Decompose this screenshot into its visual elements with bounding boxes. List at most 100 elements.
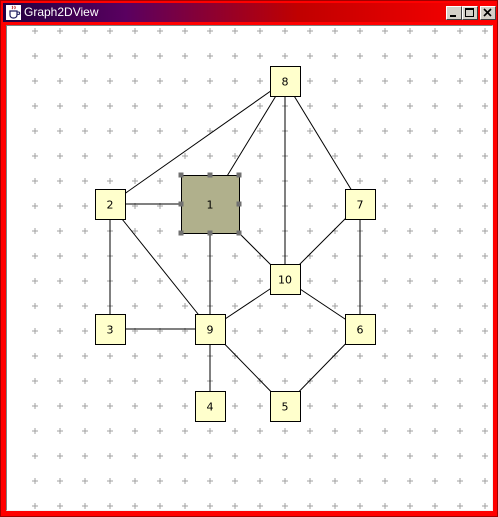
grid-mark (82, 28, 88, 34)
grid-mark (132, 428, 138, 434)
grid-mark (157, 153, 163, 159)
grid-mark (457, 103, 463, 109)
grid-mark (32, 328, 38, 334)
grid-mark (132, 353, 138, 359)
node-1-label: 1 (207, 199, 214, 212)
node-2[interactable]: 2 (95, 189, 126, 220)
grid-mark (282, 53, 288, 59)
grid-mark (57, 253, 63, 259)
grid-mark (82, 478, 88, 484)
resize-handle[interactable] (207, 172, 213, 178)
grid-mark (407, 403, 413, 409)
grid-mark (82, 128, 88, 134)
grid-mark (232, 53, 238, 59)
grid-mark (157, 478, 163, 484)
grid-mark (357, 53, 363, 59)
node-3-label: 3 (107, 324, 114, 337)
grid-mark (307, 478, 313, 484)
grid-mark (382, 203, 388, 209)
grid-mark (257, 178, 263, 184)
close-button[interactable] (480, 6, 496, 20)
grid-mark (32, 253, 38, 259)
graph-view[interactable]: 1 2 3 4 5 6 7 8 9 10 (7, 26, 492, 510)
grid-mark (282, 28, 288, 34)
grid-mark (132, 403, 138, 409)
resize-handle[interactable] (236, 201, 242, 207)
node-8[interactable]: 8 (270, 66, 301, 97)
minimize-button[interactable] (446, 6, 462, 20)
grid-mark (307, 303, 313, 309)
grid-mark (57, 453, 63, 459)
grid-mark (32, 153, 38, 159)
maximize-button[interactable] (462, 6, 478, 20)
minimize-icon (450, 15, 456, 17)
grid-mark (332, 278, 338, 284)
grid-mark (57, 53, 63, 59)
node-7[interactable]: 7 (345, 189, 376, 220)
grid-mark (32, 128, 38, 134)
node-9[interactable]: 9 (195, 314, 226, 345)
grid-mark (407, 303, 413, 309)
grid-mark (257, 353, 263, 359)
grid-mark (307, 428, 313, 434)
graph2dview-window: Graph2DView 1 2 3 4 5 6 7 8 9 10 (0, 0, 498, 517)
grid-mark (407, 353, 413, 359)
grid-mark (432, 253, 438, 259)
grid-mark (107, 503, 113, 509)
node-4-label: 4 (207, 401, 214, 414)
node-5[interactable]: 5 (270, 391, 301, 422)
grid-mark (307, 103, 313, 109)
grid-mark (482, 153, 488, 159)
grid-mark (182, 378, 188, 384)
grid-mark (32, 453, 38, 459)
node-1[interactable]: 1 (178, 172, 242, 236)
grid-mark (182, 278, 188, 284)
node-4[interactable]: 4 (195, 391, 226, 422)
resize-handle[interactable] (236, 172, 242, 178)
grid-mark (332, 103, 338, 109)
resize-handle[interactable] (178, 172, 184, 178)
grid-mark (407, 503, 413, 509)
grid-mark (282, 328, 288, 334)
grid-mark (307, 53, 313, 59)
grid-mark (132, 378, 138, 384)
resize-handle[interactable] (236, 230, 242, 236)
grid-mark (182, 303, 188, 309)
grid-mark (332, 128, 338, 134)
grid-mark (457, 403, 463, 409)
resize-handle[interactable] (178, 230, 184, 236)
grid-mark (132, 53, 138, 59)
resize-handle[interactable] (178, 201, 184, 207)
grid-mark (182, 503, 188, 509)
close-icon (483, 8, 492, 17)
grid-mark (232, 153, 238, 159)
node-10[interactable]: 10 (270, 264, 301, 295)
grid-mark (82, 353, 88, 359)
grid-mark (32, 403, 38, 409)
grid-mark (182, 28, 188, 34)
grid-mark (357, 353, 363, 359)
graph-canvas[interactable]: 1 2 3 4 5 6 7 8 9 10 (6, 25, 493, 511)
grid-mark (257, 328, 263, 334)
grid-mark (257, 478, 263, 484)
grid-mark (332, 478, 338, 484)
grid-mark (432, 178, 438, 184)
grid-mark (357, 403, 363, 409)
title-bar[interactable]: Graph2DView (3, 3, 496, 22)
node-6[interactable]: 6 (345, 314, 376, 345)
grid-mark (332, 303, 338, 309)
grid-mark (257, 28, 263, 34)
grid-mark (157, 228, 163, 234)
node-3[interactable]: 3 (95, 314, 126, 345)
grid-mark (382, 328, 388, 334)
edge-8-7[interactable] (284, 80, 361, 205)
grid-mark (257, 203, 263, 209)
grid-mark (57, 153, 63, 159)
resize-handle[interactable] (207, 230, 213, 236)
grid-mark (107, 428, 113, 434)
grid-mark (307, 178, 313, 184)
grid-mark (432, 203, 438, 209)
grid-mark (182, 353, 188, 359)
grid-mark (107, 453, 113, 459)
grid-mark (432, 303, 438, 309)
